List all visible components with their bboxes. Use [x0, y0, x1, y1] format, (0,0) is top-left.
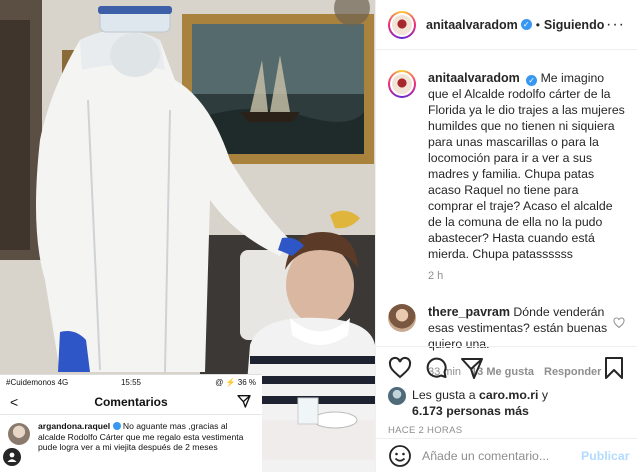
bookmark-icon[interactable] — [603, 356, 625, 380]
action-icons — [388, 355, 625, 381]
post-author[interactable]: anitaalvaradom — [426, 18, 518, 32]
caption: anitaalvaradom ✓ Me imagino que el Alcal… — [388, 70, 625, 282]
back-icon: < — [10, 394, 19, 410]
caption-author[interactable]: anitaalvaradom — [428, 71, 520, 85]
post-header: anitaalvaradom ✓ • Siguiendo ··· — [376, 0, 637, 50]
verified-icon — [112, 422, 121, 430]
phone-commenter: argandona.raquel — [38, 421, 111, 431]
post-actions: Les gusta a caro.mo.ri y 6.173 personas … — [376, 346, 637, 438]
likes-joiner: y — [541, 388, 549, 402]
share-icon[interactable] — [460, 356, 484, 380]
phone-nav-bar: < Comentarios — [0, 389, 262, 415]
verified-icon: ✓ — [520, 19, 532, 30]
likes-summary: Les gusta a caro.mo.ri y 6.173 personas … — [388, 387, 625, 419]
add-comment-bar: Publicar — [376, 438, 637, 472]
heart-icon[interactable] — [388, 356, 412, 380]
more-options-icon[interactable]: ··· — [606, 16, 625, 34]
verified-icon: ✓ — [526, 75, 538, 86]
comments-list: anitaalvaradom ✓ Me imagino que el Alcal… — [376, 50, 637, 378]
embedded-phone-screenshot: #Cuidemonos 4G 15:55 @ ⚡ 36 % < Comentar… — [0, 374, 262, 472]
comment-input[interactable] — [422, 448, 581, 463]
comment-author[interactable]: there_pavram — [428, 305, 510, 319]
avatar[interactable] — [388, 10, 416, 39]
likes-others-link[interactable]: 6.173 personas más — [412, 404, 529, 418]
send-icon — [236, 393, 252, 414]
phone-comment: argandona.raquel No aguante mas ,gracias… — [0, 415, 262, 453]
likes-prefix: Les gusta a — [412, 388, 476, 402]
avatar[interactable] — [388, 70, 416, 98]
caption-time: 2 h — [428, 270, 444, 282]
phone-title: Comentarios — [94, 394, 168, 409]
avatar[interactable] — [388, 304, 416, 332]
phone-status-bar: #Cuidemonos 4G 15:55 @ ⚡ 36 % — [0, 375, 262, 389]
post-time[interactable]: HACE 2 HORAS — [388, 425, 625, 436]
avatar — [388, 387, 406, 405]
phone-battery: @ ⚡ 36 % — [215, 377, 256, 387]
post-details-panel: anitaalvaradom ✓ • Siguiendo ··· anitaal… — [375, 0, 637, 472]
following-button[interactable]: Siguiendo — [544, 18, 604, 32]
tagged-people-icon[interactable] — [3, 448, 21, 466]
separator-dot: • — [535, 17, 540, 32]
caption-text: Me imagino que el Alcalde rodolfo cárter… — [428, 71, 625, 261]
avatar — [8, 423, 30, 445]
comment-icon[interactable] — [424, 356, 448, 380]
emoji-icon[interactable] — [388, 444, 412, 468]
post-photo[interactable]: #Cuidemonos 4G 15:55 @ ⚡ 36 % < Comentar… — [0, 0, 375, 472]
likes-user-link[interactable]: caro.mo.ri — [479, 388, 538, 402]
heart-icon[interactable] — [613, 316, 625, 334]
publish-button[interactable]: Publicar — [581, 449, 630, 463]
